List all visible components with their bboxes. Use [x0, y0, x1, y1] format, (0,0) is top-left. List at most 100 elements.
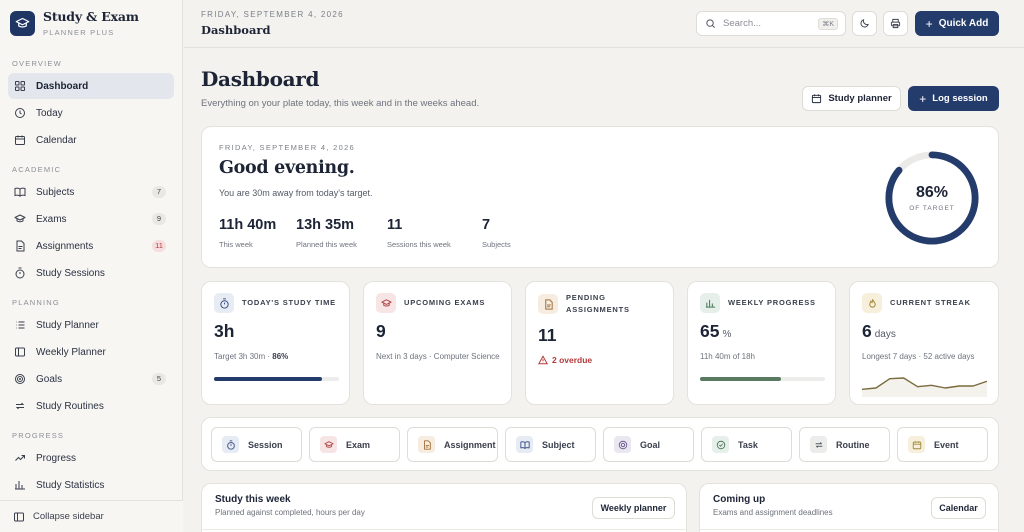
- sparkline-area: [862, 378, 987, 397]
- current-streak-card[interactable]: CURRENT STREAK 6 days Longest 7 days · 52…: [849, 281, 999, 405]
- card-title: Study this week: [215, 494, 291, 505]
- sidebar-item-today[interactable]: Today: [8, 100, 174, 126]
- bar-chart-icon: [700, 293, 720, 313]
- study-planner-button[interactable]: Study planner: [802, 86, 901, 111]
- search-shortcut: ⌘K: [818, 18, 838, 30]
- quick-action-label: Subject: [542, 439, 575, 450]
- pending-assignments-card[interactable]: PENDING ASSIGNMENTS 11 2 overdue: [525, 281, 674, 405]
- target-icon: [614, 436, 631, 453]
- calendar-icon: [908, 436, 925, 453]
- card-title-line: ASSIGNMENTS: [566, 305, 630, 314]
- study-time-card[interactable]: TODAY'S STUDY TIME 3h Target 3h 30m · 86…: [201, 281, 350, 405]
- stat-value: 11: [387, 217, 403, 233]
- sidebar-item-label: Assignments: [36, 240, 94, 252]
- alert-badge: 11: [152, 240, 166, 252]
- theme-toggle-button[interactable]: [852, 11, 877, 36]
- stat-value: 7: [482, 217, 491, 233]
- quick-action-event[interactable]: Event: [897, 427, 988, 462]
- log-session-label: Log session: [932, 93, 988, 104]
- card-value: 65%: [700, 321, 731, 342]
- quick-add-label: Quick Add: [938, 18, 989, 29]
- upcoming-exams-card[interactable]: UPCOMING EXAMS 9 Next in 3 days · Comput…: [363, 281, 512, 405]
- brand[interactable]: Study & Exam PLANNER PLUS: [0, 0, 182, 46]
- calendar-button[interactable]: Calendar: [931, 497, 986, 519]
- warning-icon: [538, 355, 548, 365]
- stopwatch-icon: [13, 266, 27, 280]
- sidebar-item-calendar[interactable]: Calendar: [8, 127, 174, 153]
- card-subtext: Target 3h 30m · 86%: [214, 352, 289, 361]
- print-button[interactable]: [883, 11, 908, 36]
- stat-this-week: 11h 40m This week: [219, 217, 276, 249]
- quick-action-exam[interactable]: Exam: [309, 427, 400, 462]
- card-value: 6 days: [862, 321, 896, 342]
- log-session-button[interactable]: + Log session: [908, 86, 999, 111]
- quick-action-session[interactable]: Session: [211, 427, 302, 462]
- progress-fill: [700, 377, 782, 381]
- weekly-progress-card[interactable]: WEEKLY PROGRESS 65% 11h 40m of 18h: [687, 281, 836, 405]
- sidebar-item-exams[interactable]: Exams 9: [8, 206, 174, 232]
- sidebar-item-progress[interactable]: Progress: [8, 445, 174, 471]
- sidebar-item-subjects[interactable]: Subjects 7: [8, 179, 174, 205]
- flame-icon: [862, 293, 882, 313]
- quick-action-goal[interactable]: Goal: [603, 427, 694, 462]
- sidebar-item-study-routines[interactable]: Study Routines: [8, 393, 174, 419]
- count-badge: 9: [152, 213, 166, 225]
- study-planner-label: Study planner: [828, 93, 892, 104]
- quick-action-assignment[interactable]: Assignment: [407, 427, 498, 462]
- weekly-planner-button[interactable]: Weekly planner: [592, 497, 675, 519]
- search-icon: [705, 18, 716, 29]
- sidebar-item-label: Today: [36, 107, 63, 119]
- card-title: UPCOMING EXAMS: [404, 298, 486, 307]
- sidebar-item-weekly-planner[interactable]: Weekly Planner: [8, 339, 174, 365]
- quick-action-label: Assignment: [444, 439, 496, 450]
- streak-count: 6: [862, 321, 872, 341]
- summary-card: FRIDAY, SEPTEMBER 4, 2026 Good evening. …: [201, 126, 999, 268]
- card-subtitle: Exams and assignment deadlines: [713, 508, 833, 517]
- card-title: CURRENT STREAK: [890, 298, 971, 307]
- target-text: Target 3h 30m: [214, 352, 266, 361]
- card-title: TODAY'S STUDY TIME: [242, 298, 336, 307]
- quick-add-button[interactable]: + Quick Add: [915, 11, 999, 36]
- search-input[interactable]: Search... ⌘K: [696, 11, 846, 36]
- sidebar-item-dashboard[interactable]: Dashboard: [8, 73, 174, 99]
- card-subtext: Longest 7 days · 52 active days: [862, 352, 975, 361]
- stat-value: 13h 35m: [296, 217, 355, 233]
- moon-icon: [859, 18, 870, 29]
- sidebar-item-label: Progress: [36, 452, 77, 464]
- card-subtext: 11h 40m of 18h: [700, 352, 756, 361]
- topbar: FRIDAY, SEPTEMBER 4, 2026 Dashboard Sear…: [184, 0, 1024, 48]
- stopwatch-icon: [214, 293, 234, 313]
- topbar-title: Dashboard: [201, 23, 271, 37]
- brand-title: Study & Exam: [43, 9, 139, 24]
- stat-subjects: 7 Subjects: [482, 217, 511, 249]
- target-percent: 86%: [915, 184, 949, 201]
- summary-date: FRIDAY, SEPTEMBER 4, 2026: [219, 143, 356, 152]
- quick-action-subject[interactable]: Subject: [505, 427, 596, 462]
- card-title: Coming up: [713, 494, 766, 505]
- stat-label: This week: [219, 240, 253, 249]
- collapse-sidebar-button[interactable]: Collapse sidebar: [0, 500, 183, 532]
- stat-planned: 13h 35m Planned this week: [296, 217, 357, 249]
- sidebar-item-study-sessions[interactable]: Study Sessions: [8, 260, 174, 286]
- streak-sparkline: [862, 377, 987, 397]
- sidebar-item-label: Goals: [36, 373, 63, 385]
- section-label-overview: OVERVIEW: [12, 59, 62, 68]
- sidebar-item-assignments[interactable]: Assignments 11: [8, 233, 174, 259]
- stat-label: Planned this week: [296, 240, 357, 249]
- check-circle-icon: [712, 436, 729, 453]
- sidebar-item-goals[interactable]: Goals 5: [8, 366, 174, 392]
- quick-action-task[interactable]: Task: [701, 427, 792, 462]
- sidebar-item-study-statistics[interactable]: Study Statistics: [8, 472, 174, 498]
- target-readout: 86% OF TARGET: [883, 149, 981, 247]
- graduation-cap-icon: [376, 293, 396, 313]
- collapse-label: Collapse sidebar: [33, 511, 104, 522]
- page-title: Dashboard: [201, 67, 320, 91]
- trend-icon: [13, 451, 27, 465]
- sidebar-item-label: Study Routines: [36, 400, 104, 412]
- sidebar-item-study-planner[interactable]: Study Planner: [8, 312, 174, 338]
- quick-action-routine[interactable]: Routine: [799, 427, 890, 462]
- plus-icon: +: [919, 91, 927, 106]
- sidebar-item-label: Exams: [36, 213, 67, 225]
- stopwatch-icon: [222, 436, 239, 453]
- card-value: 9: [376, 321, 386, 341]
